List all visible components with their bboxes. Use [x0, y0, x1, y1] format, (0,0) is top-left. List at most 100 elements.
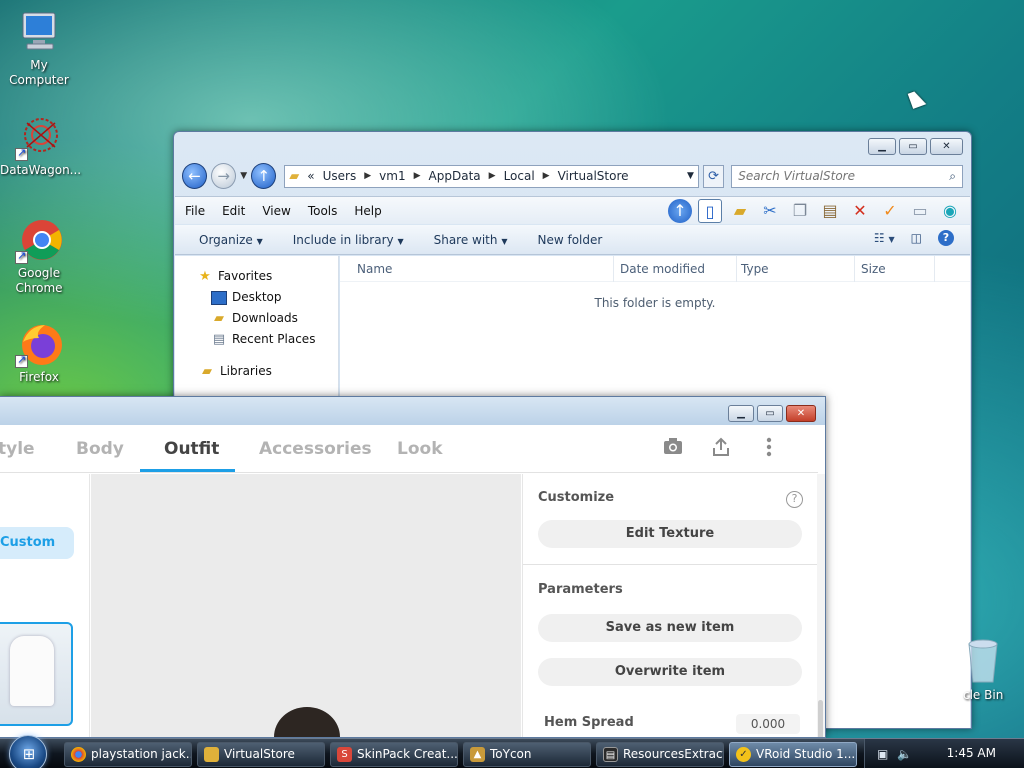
scrollbar-thumb[interactable] [818, 700, 823, 737]
chevron-down-icon: ▼ [501, 236, 508, 246]
save-as-new-item-button[interactable]: Save as new item [538, 614, 802, 642]
up-button[interactable]: ↑ [251, 163, 277, 189]
breadcrumb-arrow-icon[interactable]: ▶ [364, 171, 371, 181]
organize-button[interactable]: Organize ▼ [199, 233, 263, 247]
taskbar-button-resourcesextract[interactable]: ▤ ResourcesExtract [596, 742, 724, 767]
desktop-icon-datawagon[interactable]: DataWagon... [0, 115, 81, 178]
export-icon[interactable] [710, 437, 732, 459]
taskbar-button-toycon[interactable]: ▲ ToYcon [463, 742, 591, 767]
copy-icon[interactable]: ❐ [788, 199, 812, 223]
view-options-button[interactable]: ☷ ▼ [874, 231, 895, 245]
desktop-icon-chrome[interactable]: Google Chrome [0, 218, 78, 296]
volume-icon[interactable]: 🔈 [897, 747, 912, 761]
preview-pane-icon[interactable]: ◫ [911, 231, 922, 245]
edit-texture-button[interactable]: Edit Texture [538, 520, 802, 548]
command-bar: Organize ▼ Include in library ▼ Share wi… [175, 225, 970, 255]
search-input[interactable] [738, 169, 950, 183]
hem-spread-value[interactable]: 0.000 [736, 714, 800, 734]
checkmark-icon[interactable]: ✓ [878, 199, 902, 223]
vroid-titlebar[interactable]: ▁ ▭ ✕ [0, 397, 825, 425]
model-viewport[interactable] [91, 474, 521, 737]
menu-view[interactable]: View [262, 204, 290, 218]
globe-icon[interactable]: ◉ [938, 199, 962, 223]
custom-button[interactable]: Custom [0, 527, 74, 559]
up-arrow-icon[interactable]: ↑ [668, 199, 692, 223]
column-date-modified[interactable]: Date modified [614, 255, 737, 282]
tab-outfit[interactable]: Outfit [164, 439, 219, 459]
camera-icon[interactable] [662, 437, 684, 459]
address-bar[interactable]: ▰ « Users ▶ vm1 ▶ AppData ▶ Local ▶ VirtualS… [284, 164, 699, 188]
nav-downloads[interactable]: ▰ Downloads [199, 308, 338, 329]
help-icon[interactable]: ? [786, 491, 803, 508]
tab-body[interactable]: Body [76, 439, 124, 459]
vroid-window[interactable]: ▁ ▭ ✕ tyle Body Outfit Accessories Look … [0, 396, 826, 738]
desktop-icon-firefox[interactable]: Firefox [0, 322, 78, 385]
include-in-library-button[interactable]: Include in library ▼ [293, 233, 404, 247]
breadcrumb-arrow-icon[interactable]: ▶ [414, 171, 421, 181]
desktop-icon [211, 290, 227, 305]
more-options-icon[interactable] [758, 437, 780, 459]
help-icon[interactable]: ? [938, 230, 954, 246]
outfit-thumbnail[interactable] [0, 622, 73, 726]
maximize-button[interactable]: ▭ [899, 138, 927, 155]
chevron-down-icon: ▼ [397, 236, 404, 246]
view-controls: ☷ ▼ ◫ ? [874, 230, 954, 246]
breadcrumb-users[interactable]: Users [323, 169, 357, 183]
menu-help[interactable]: Help [354, 204, 381, 218]
nav-favorites[interactable]: ★ Favorites [197, 266, 338, 287]
menu-file[interactable]: File [185, 204, 205, 218]
menu-edit[interactable]: Edit [222, 204, 245, 218]
paste-icon[interactable]: ▤ [818, 199, 842, 223]
close-button[interactable]: ✕ [786, 405, 816, 422]
minimize-button[interactable]: ▁ [728, 405, 754, 422]
address-row: ← → ▼ ↑ ▰ « Users ▶ vm1 ▶ AppData ▶ Local ▶ … [182, 162, 963, 190]
nav-desktop[interactable]: Desktop [199, 287, 338, 308]
share-with-button[interactable]: Share with ▼ [434, 233, 508, 247]
minimize-button[interactable]: ▁ [868, 138, 896, 155]
taskbar-button-vroid[interactable]: ✓ VRoid Studio 1.... [729, 742, 857, 767]
taskbar-button-virtualstore[interactable]: VirtualStore [197, 742, 325, 767]
recent-pages-chevron-icon[interactable]: ▼ [240, 171, 247, 181]
close-button[interactable]: ✕ [930, 138, 963, 155]
breadcrumb-vm1[interactable]: vm1 [379, 169, 405, 183]
forward-button[interactable]: → [211, 163, 237, 189]
breadcrumb-appdata[interactable]: AppData [429, 169, 481, 183]
maximize-button[interactable]: ▭ [757, 405, 783, 422]
column-size[interactable]: Size [855, 255, 935, 282]
breadcrumb-local[interactable]: Local [504, 169, 535, 183]
start-button[interactable]: ⊞ [9, 735, 47, 768]
address-dropdown-icon[interactable]: ▼ [687, 171, 694, 181]
column-type[interactable]: Type [737, 255, 855, 282]
cut-icon[interactable]: ✂ [758, 199, 782, 223]
tab-look[interactable]: Look [397, 439, 443, 459]
address-prefix[interactable]: « [307, 169, 314, 183]
clock[interactable]: 1:45 AM [947, 746, 996, 760]
search-box[interactable]: ⌕ [731, 164, 963, 188]
column-name[interactable]: Name [340, 255, 614, 282]
overwrite-item-button[interactable]: Overwrite item [538, 658, 802, 686]
refresh-button[interactable]: ⟳ [702, 164, 725, 188]
pane-icon[interactable]: ▯ [698, 199, 722, 223]
panel-scrollbar[interactable] [817, 474, 825, 737]
folder-options-icon[interactable]: ▰ [728, 199, 752, 223]
properties-icon[interactable]: ▭ [908, 199, 932, 223]
breadcrumb-arrow-icon[interactable]: ▶ [543, 171, 550, 181]
desktop-icon-my-computer[interactable]: My Computer [0, 10, 78, 88]
nav-downloads-label: Downloads [232, 311, 298, 325]
nav-recent-places[interactable]: ▤ Recent Places [199, 329, 338, 350]
tab-accessories[interactable]: Accessories [259, 439, 372, 459]
network-icon[interactable]: ▣ [877, 747, 888, 761]
breadcrumb-virtualstore[interactable]: VirtualStore [558, 169, 629, 183]
recycle-bin-label[interactable]: cle Bin [963, 688, 1003, 702]
delete-icon[interactable]: ✕ [848, 199, 872, 223]
taskbar-button-skinpack[interactable]: S SkinPack Creat... [330, 742, 458, 767]
taskbar-button-chrome[interactable]: playstation jack... [64, 742, 192, 767]
new-folder-button[interactable]: New folder [537, 233, 602, 247]
nav-libraries[interactable]: ▰ Libraries [199, 361, 338, 382]
back-button[interactable]: ← [182, 163, 208, 189]
tab-hairstyle[interactable]: tyle [0, 439, 35, 459]
search-icon[interactable]: ⌕ [949, 169, 956, 184]
recycle-bin-icon[interactable] [963, 636, 1003, 684]
menu-tools[interactable]: Tools [308, 204, 338, 218]
breadcrumb-arrow-icon[interactable]: ▶ [489, 171, 496, 181]
